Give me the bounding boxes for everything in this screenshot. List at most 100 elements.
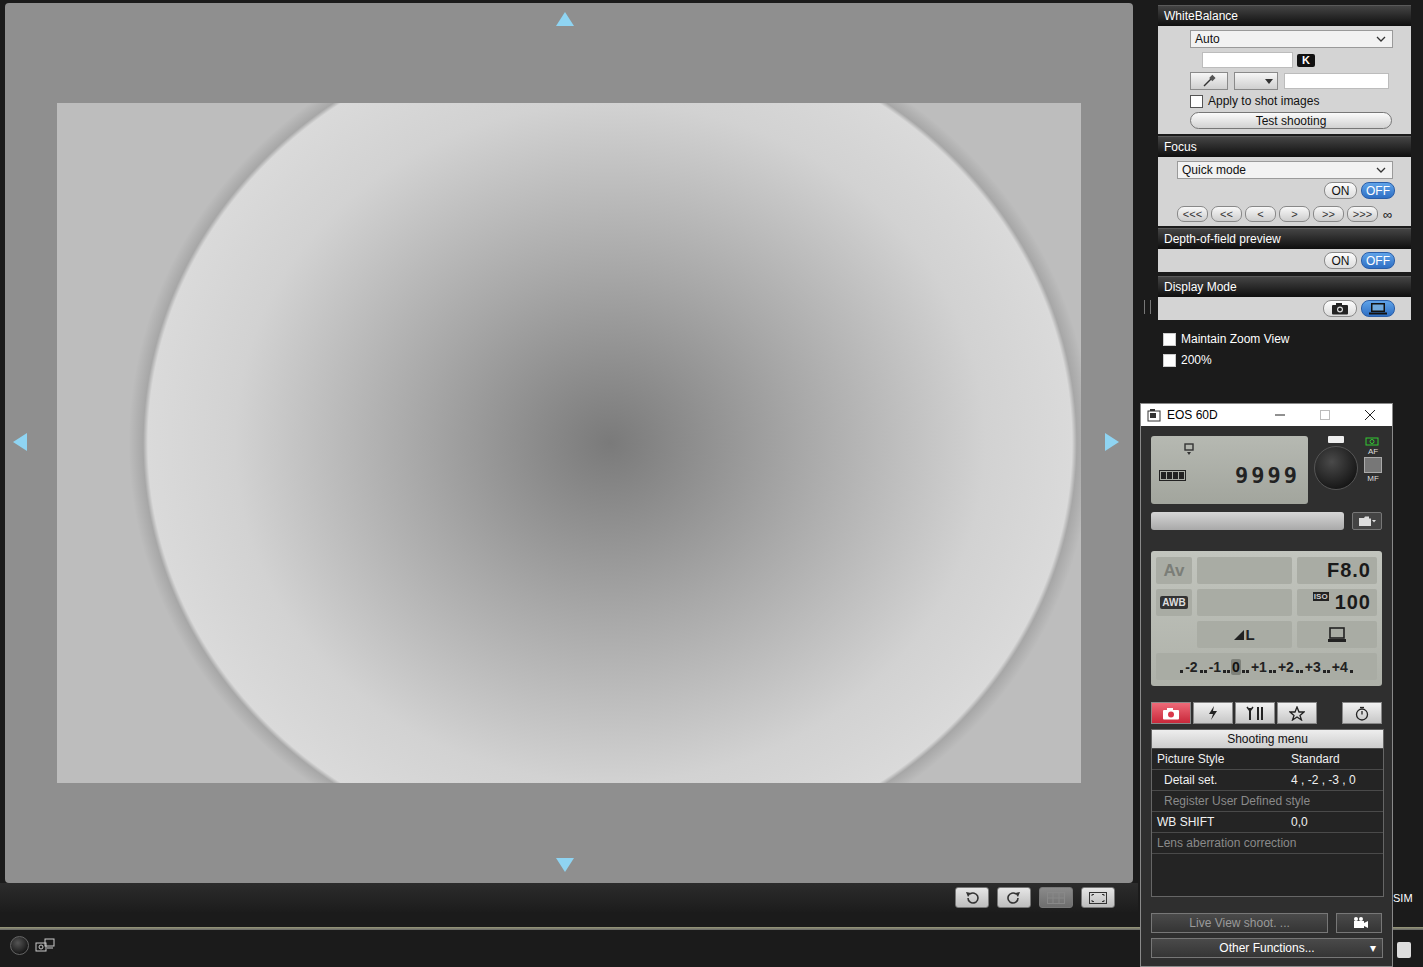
- iso-value[interactable]: ISO100: [1297, 589, 1377, 616]
- progress-bar: [1151, 512, 1344, 530]
- single-shot-icon: [1183, 443, 1195, 457]
- setup-tab[interactable]: [1235, 702, 1275, 724]
- menu-row[interactable]: Detail set.4 , -2 , -3 , 0: [1152, 769, 1383, 790]
- status-lcd: 9999: [1151, 436, 1308, 504]
- eyedropper-icon: [1202, 74, 1216, 88]
- movie-camera-icon: [1350, 916, 1368, 930]
- camera-icon: [1162, 707, 1180, 720]
- camera-window: EOS 60D 9999 AFMF Av F8.0 AWB ISO100L -2-10+1+2…: [1140, 403, 1393, 967]
- panel-title: Display Mode: [1158, 276, 1411, 297]
- metering-cell: [1197, 589, 1292, 616]
- timer-button[interactable]: [1342, 702, 1382, 724]
- rotate-left-icon[interactable]: [955, 887, 989, 908]
- focus-toggle-button[interactable]: OFF: [1361, 182, 1395, 199]
- quality-icon: [1234, 630, 1244, 640]
- menu-row: Lens aberration correction: [1152, 832, 1383, 853]
- camera-connected-icon: [1365, 436, 1381, 446]
- camera-computer-icon: [35, 938, 55, 954]
- zoom-option-checkbox[interactable]: Maintain Zoom View: [1163, 332, 1423, 346]
- wb-preset-select[interactable]: [1234, 72, 1278, 90]
- white-balance-panel: WhiteBalanceAutoKApply to shot imagesTes…: [1158, 5, 1411, 134]
- live-view-panel: [5, 3, 1133, 883]
- record-indicator-icon: [10, 936, 29, 955]
- apply-to-shot-checkbox[interactable]: Apply to shot images: [1190, 94, 1391, 108]
- tools-icon: [1245, 706, 1265, 720]
- fullscreen-icon[interactable]: [1081, 887, 1115, 908]
- dof-toggle-button[interactable]: ON: [1324, 252, 1357, 269]
- pan-left-arrow-icon[interactable]: [13, 433, 27, 451]
- shooting-mode[interactable]: Av: [1156, 557, 1192, 584]
- panel-title: Depth-of-field preview: [1158, 228, 1411, 249]
- dof-toggle-button[interactable]: OFF: [1361, 252, 1395, 269]
- live-view-image: [57, 103, 1081, 783]
- display-mode-panel: Display Mode: [1158, 276, 1411, 320]
- battery-icon: [1159, 470, 1186, 481]
- focus-step-button[interactable]: >>>: [1347, 206, 1378, 222]
- zoom-option-checkbox[interactable]: 200%: [1163, 353, 1423, 367]
- focus-step-button[interactable]: >: [1279, 206, 1310, 222]
- view-toolbar: [0, 883, 1138, 912]
- dropdown-chevron-icon: [1376, 36, 1386, 42]
- menu-title: Shooting menu: [1152, 730, 1383, 748]
- rotate-right-icon[interactable]: [997, 887, 1031, 908]
- sim-label: SIM: [1393, 892, 1413, 904]
- white-balance-select[interactable]: Auto: [1190, 30, 1393, 48]
- pan-right-arrow-icon[interactable]: [1105, 433, 1119, 451]
- power-dial[interactable]: [1314, 446, 1358, 490]
- star-icon: [1289, 706, 1305, 721]
- shutter-cell: [1197, 557, 1292, 584]
- eos-utility-live-view: WhiteBalanceAutoKApply to shot imagesTes…: [0, 0, 1423, 967]
- computer-mode-button[interactable]: [1361, 300, 1395, 317]
- shoot-tab[interactable]: [1151, 702, 1191, 724]
- flash-icon: [1207, 706, 1219, 720]
- focus-step-button[interactable]: <<: [1211, 206, 1242, 222]
- white-balance-value[interactable]: AWB: [1156, 589, 1192, 616]
- minimize-icon[interactable]: [1257, 410, 1302, 420]
- other-functions-button[interactable]: Other Functions...▾: [1151, 938, 1383, 958]
- pan-down-arrow-icon[interactable]: [556, 858, 574, 872]
- image-quality[interactable]: L: [1197, 621, 1292, 648]
- shooting-menu: Shooting menuPicture StyleStandardDetail…: [1151, 729, 1384, 897]
- shots-remaining: 9999: [1235, 463, 1300, 488]
- focus-step-button[interactable]: >>: [1313, 206, 1344, 222]
- focus-panel: FocusQuick modeONOFF<<<<<<>>>>>>∞: [1158, 136, 1411, 226]
- focus-step-button[interactable]: <: [1245, 206, 1276, 222]
- live-view-shoot-button: Live View shoot. ...: [1151, 913, 1328, 933]
- movie-button[interactable]: [1336, 913, 1382, 933]
- maximize-icon[interactable]: [1302, 410, 1347, 420]
- camera-icon: [1331, 302, 1349, 315]
- flash-tab[interactable]: [1193, 702, 1233, 724]
- exposure-scale[interactable]: -2-10+1+2+3+4: [1156, 653, 1377, 680]
- title-bar: EOS 60D: [1141, 404, 1392, 426]
- app-icon: [1147, 408, 1161, 422]
- menu-row[interactable]: Picture StyleStandard: [1152, 748, 1383, 769]
- kelvin-input[interactable]: [1202, 52, 1293, 68]
- close-icon[interactable]: [1347, 410, 1392, 420]
- test-shooting-button[interactable]: Test shooting: [1190, 112, 1392, 129]
- timer-icon: [1355, 706, 1369, 721]
- focus-toggle-button[interactable]: ON: [1324, 182, 1357, 199]
- splitter-grip-icon[interactable]: [1144, 300, 1151, 314]
- settings-lcd: Av F8.0 AWB ISO100L -2-10+1+2+3+4: [1151, 551, 1382, 686]
- menu-row[interactable]: WB SHIFT0,0: [1152, 811, 1383, 832]
- panel-title: Focus: [1158, 136, 1411, 157]
- pan-up-arrow-icon[interactable]: [556, 12, 574, 26]
- folder-button[interactable]: [1352, 512, 1382, 530]
- af-mf-switch[interactable]: AFMF: [1364, 436, 1382, 504]
- mymenu-tab[interactable]: [1277, 702, 1317, 724]
- eyedropper-button[interactable]: [1190, 72, 1228, 90]
- grid-icon[interactable]: [1039, 887, 1073, 908]
- wb-custom-input[interactable]: [1284, 73, 1389, 89]
- infinity-label: ∞: [1383, 207, 1392, 222]
- side-box: [1397, 942, 1411, 958]
- depth-of-field-panel: Depth-of-field preview ONOFF: [1158, 228, 1411, 272]
- focus-mode-select[interactable]: Quick mode: [1177, 161, 1393, 179]
- kelvin-badge: K: [1297, 54, 1315, 67]
- live-view-area: [0, 0, 1138, 912]
- camera-mode-button[interactable]: [1323, 300, 1357, 317]
- menu-tabs: [1151, 702, 1382, 724]
- save-destination[interactable]: [1297, 621, 1377, 648]
- aperture-value[interactable]: F8.0: [1297, 557, 1377, 584]
- computer-icon: [1368, 302, 1388, 315]
- focus-step-button[interactable]: <<<: [1177, 206, 1208, 222]
